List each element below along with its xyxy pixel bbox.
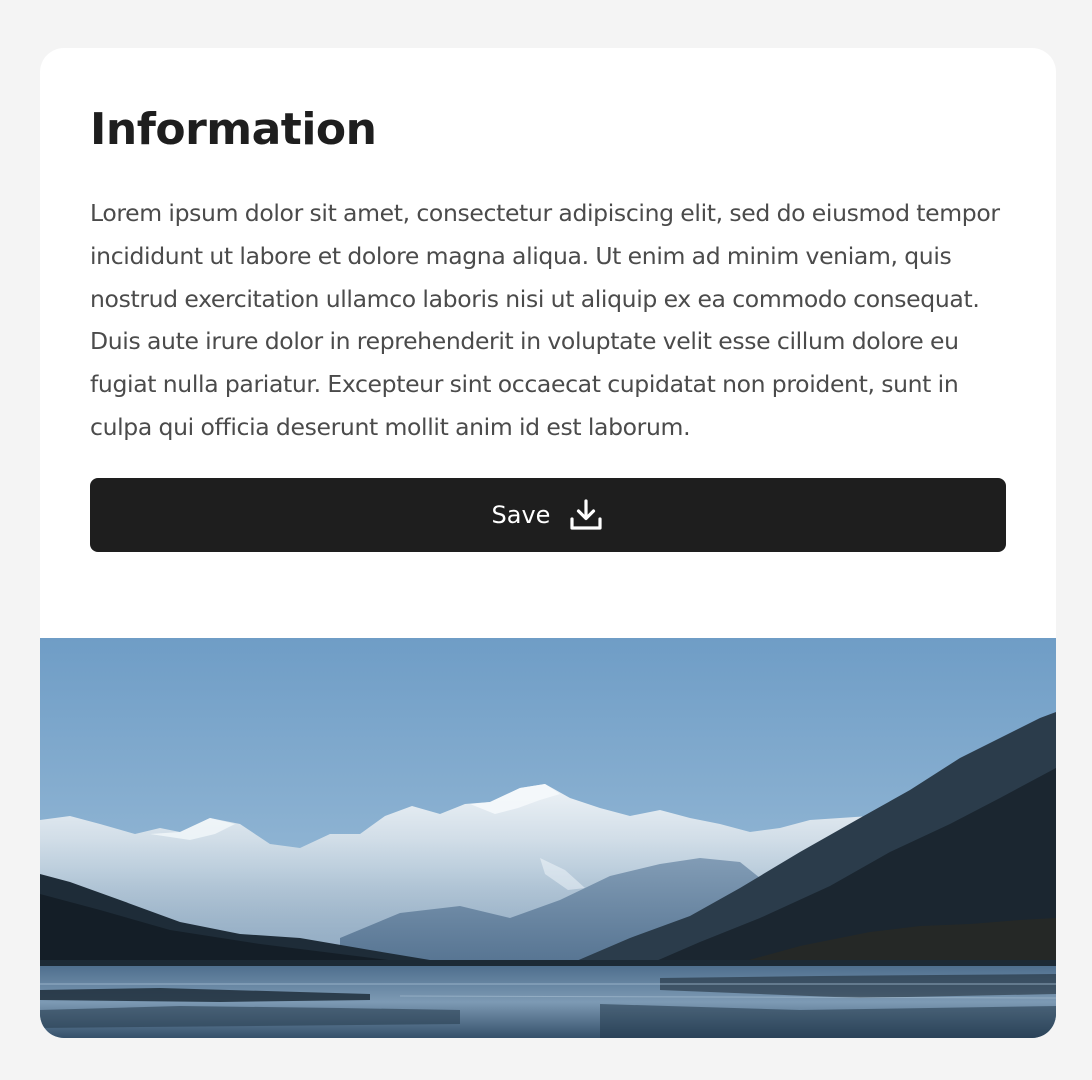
save-button-label: Save [491,500,551,529]
info-card: Information Lorem ipsum dolor sit amet, … [40,48,1056,1038]
card-title: Information [90,104,377,155]
card-body-text: Lorem ipsum dolor sit amet, consectetur … [90,199,1000,441]
download-icon [568,497,604,533]
card-content: Information Lorem ipsum dolor sit amet, … [40,48,1056,552]
landscape-image [40,638,1056,1038]
save-button[interactable]: Save [90,477,1006,552]
